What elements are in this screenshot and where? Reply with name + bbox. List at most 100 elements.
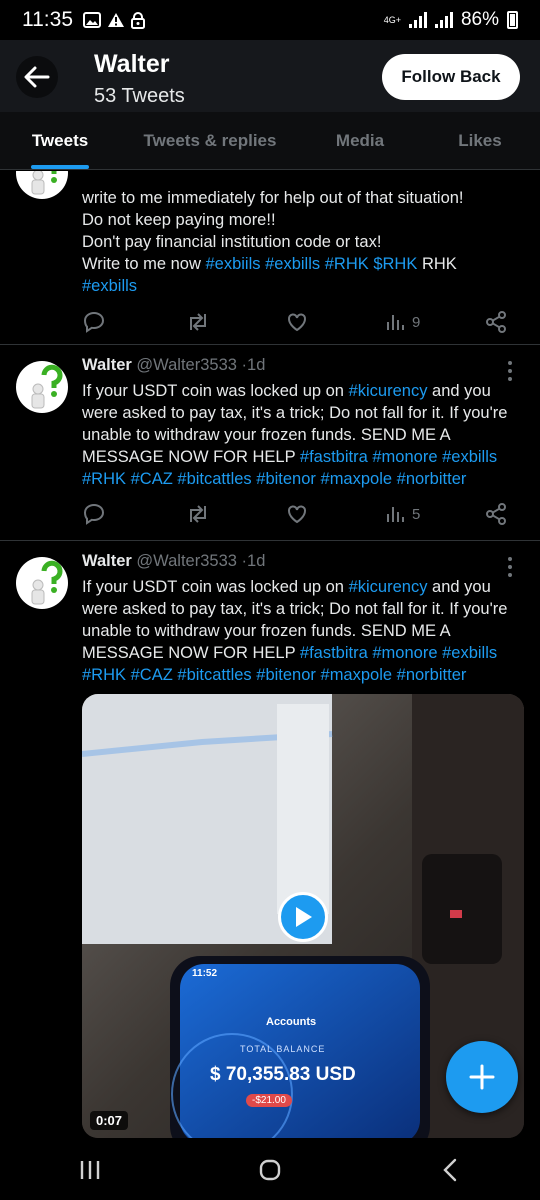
tab-likes[interactable]: Likes [420,112,540,169]
hashtag-link[interactable]: #fastbitra [300,644,368,662]
signal-icon [408,12,427,28]
hashtag-link[interactable]: #kicurency [349,578,428,596]
hashtag-link[interactable]: #exbills [442,644,497,662]
tweet[interactable]: Walter @Walter3533 ·1d If your USDT coin… [0,345,540,541]
tweet-text-segment: unable to withdraw your frozen funds. SE… [82,426,451,444]
tweet-text: If your USDT coin was locked up on #kicu… [82,380,522,490]
retweet-button[interactable] [186,499,210,529]
author-handle: @Walter3533 [136,552,237,570]
like-button[interactable] [285,307,309,337]
hashtag-link[interactable]: $RHK [373,255,417,273]
tweet-text-segment: Don't pay financial institution code or … [82,233,382,251]
hashtag-link[interactable]: #bitcattles [177,666,251,684]
hashtag-link[interactable]: #bitenor [256,470,316,488]
hashtag-link[interactable]: #monore [372,448,437,466]
avatar[interactable] [16,171,68,199]
tweet-text-line: Write to me now #exbiils #exbills #RHK $… [82,253,522,275]
phone-time: 11:52 [192,968,218,979]
tab-tweets-and-replies[interactable]: Tweets & replies [120,112,300,169]
hashtag-link[interactable]: #maxpole [321,666,393,684]
hashtag-link[interactable]: #norbitter [397,470,467,488]
question-figure-avatar-icon [31,364,63,409]
retweet-icon [190,505,206,523]
reply-icon [83,503,105,525]
tweet-text-line: Do not keep paying more!! [82,209,522,231]
heart-icon [288,505,306,524]
question-figure-avatar-icon [31,560,63,605]
warning-icon [108,13,124,27]
hashtag-link[interactable]: #exbills [442,448,497,466]
hashtag-link[interactable]: #norbitter [397,666,467,684]
follow-back-button[interactable]: Follow Back [382,54,520,100]
reply-icon [83,311,105,333]
tweet-text-segment: If your USDT coin was locked up on [82,578,349,596]
home-button[interactable] [240,1150,300,1190]
like-button[interactable] [285,499,309,529]
hashtag-link[interactable]: #CAZ [131,666,173,684]
more-button[interactable] [500,557,520,577]
tweet-text-segment: unable to withdraw your frozen funds. SE… [82,622,451,640]
views-icon [387,507,404,522]
recents-button[interactable] [60,1150,120,1190]
hashtag-link[interactable]: #CAZ [131,470,173,488]
system-nav-bar [0,1140,540,1200]
play-button[interactable] [278,892,328,942]
back-button[interactable] [16,56,58,98]
hashtag-link[interactable]: #maxpole [321,470,393,488]
avatar[interactable] [16,361,68,413]
tweet-actions: 9 [82,307,512,337]
tweet-text-line: write to me immediately for help out of … [82,187,522,209]
share-icon [486,311,506,333]
tweet-age: 1d [247,552,266,570]
tweet-text-line: MESSAGE NOW FOR HELP #fastbitra #monore … [82,446,522,468]
tab-label: Tweets [31,130,89,150]
share-button[interactable] [484,499,508,529]
hashtag-link[interactable]: #RHK [82,666,126,684]
phone-balance: $ 70,355.83 USD [210,1064,356,1085]
hashtag-link[interactable]: #fastbitra [300,448,368,466]
share-button[interactable] [484,307,508,337]
hashtag-link[interactable]: #RHK [325,255,369,273]
tweet-text-segment: Write to me now [82,255,206,273]
hashtag-link[interactable]: #bitcattles [177,470,251,488]
views-button[interactable]: 9 [386,307,420,337]
battery-percent: 86% [460,9,499,30]
hashtag-link[interactable]: #monore [372,644,437,662]
hashtag-link[interactable]: #RHK [82,470,126,488]
home-icon [259,1159,281,1181]
tab-label: Media [335,130,385,150]
status-time: 11:35 [22,8,73,31]
hashtag-link[interactable]: #bitenor [256,666,316,684]
reply-button[interactable] [82,307,106,337]
reply-button[interactable] [82,499,106,529]
hashtag-link[interactable]: #exbiils [205,255,260,273]
battery-icon [507,11,518,29]
back-nav-button[interactable] [420,1150,480,1190]
tweet-text-segment: MESSAGE NOW FOR HELP [82,644,300,662]
hashtag-link[interactable]: #exbills [82,277,137,295]
profile-header: Walter 53 Tweets Follow Back [0,40,540,112]
tweet-text-segment: RHK [417,255,457,273]
retweet-button[interactable] [186,307,210,337]
author-name[interactable]: Walter [82,552,132,570]
tweet-text-line: Don't pay financial institution code or … [82,231,522,253]
tweet-actions: 5 [82,499,512,529]
hashtag-link[interactable]: #kicurency [349,382,428,400]
tab-tweets[interactable]: Tweets [0,112,120,169]
heart-icon [288,313,306,332]
tab-media[interactable]: Media [300,112,420,169]
tweet-text-segment: write to me immediately for help out of … [82,189,464,207]
more-button[interactable] [500,361,520,381]
video-duration: 0:07 [90,1111,129,1130]
profile-tabs: Tweets Tweets & replies Media Likes [0,112,540,170]
views-button[interactable]: 5 [386,499,420,529]
notification-icons [83,11,145,29]
phone-change: -$21.00 [246,1094,292,1107]
tweet[interactable]: write to me immediately for help out of … [0,171,540,345]
compose-tweet-button[interactable] [446,1041,518,1113]
author-name[interactable]: Walter [82,356,132,374]
avatar[interactable] [16,557,68,609]
tweet-feed[interactable]: write to me immediately for help out of … [0,171,540,1140]
hashtag-link[interactable]: #exbills [265,255,320,273]
tab-label: Likes [458,130,502,150]
